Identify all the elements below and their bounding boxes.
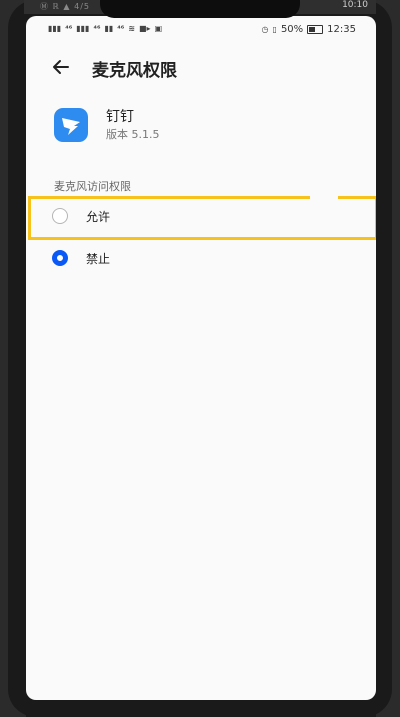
background-clock: 10:10 [342, 0, 368, 10]
video-icon: ■▸ [139, 24, 151, 33]
highlight-gap [310, 196, 338, 200]
section-label: 麦克风访问权限 [54, 180, 131, 193]
app-name: 钉钉 [106, 109, 134, 125]
option-deny-label: 禁止 [86, 252, 111, 266]
option-allow-label: 允许 [86, 210, 111, 224]
status-time: 12:35 [327, 24, 356, 35]
signal-icon: ▮▮ [104, 24, 114, 33]
page-title: 麦克风权限 [92, 61, 177, 81]
notification-icon: ▣ [154, 24, 163, 33]
signal-icon: ▮▮▮ [48, 24, 62, 33]
radio-checked-icon[interactable] [52, 250, 68, 266]
dingtalk-icon [54, 108, 88, 142]
option-allow[interactable]: 允许 [26, 196, 376, 240]
battery-icon [307, 25, 324, 34]
screen: ▮▮▮ ⁴⁶ ▮▮▮ ⁴⁶ ▮▮ ⁴⁶ ≋ ■▸ ▣ ◷ ▯ 50% 12:35… [26, 16, 376, 700]
alarm-icon: ◷ [261, 25, 269, 34]
back-button[interactable] [48, 54, 74, 80]
arrow-left-icon [53, 60, 69, 74]
app-version: 版本 5.1.5 [106, 128, 160, 141]
status-bar-left: ▮▮▮ ⁴⁶ ▮▮▮ ⁴⁶ ▮▮ ⁴⁶ ≋ ■▸ ▣ [48, 24, 162, 33]
signal-icon: ▮▮▮ [76, 24, 90, 33]
background-statusbar-icons: Ⓜ ℝ ▲ 4/5 [40, 2, 90, 11]
device-bottom-bezel [26, 700, 376, 717]
network-type-label: ⁴⁶ [93, 24, 101, 33]
wifi-icon: ≋ [128, 24, 135, 33]
radio-unchecked-icon[interactable] [52, 208, 68, 224]
battery-percent: 50% [280, 24, 304, 35]
network-type-label: ⁴⁶ [65, 24, 73, 33]
status-bar-right: ◷ ▯ 50% 12:35 [262, 24, 356, 35]
camera-notch [100, 0, 300, 18]
option-deny[interactable]: 禁止 [26, 238, 376, 282]
network-type-label: ⁴⁶ [117, 24, 125, 33]
page-header: 麦克风权限 [26, 52, 376, 84]
status-bar: ▮▮▮ ⁴⁶ ▮▮▮ ⁴⁶ ▮▮ ⁴⁶ ≋ ■▸ ▣ ◷ ▯ 50% 12:35 [26, 16, 376, 42]
vibrate-icon: ▯ [272, 25, 277, 34]
app-info: 钉钉 版本 5.1.5 [54, 106, 354, 154]
